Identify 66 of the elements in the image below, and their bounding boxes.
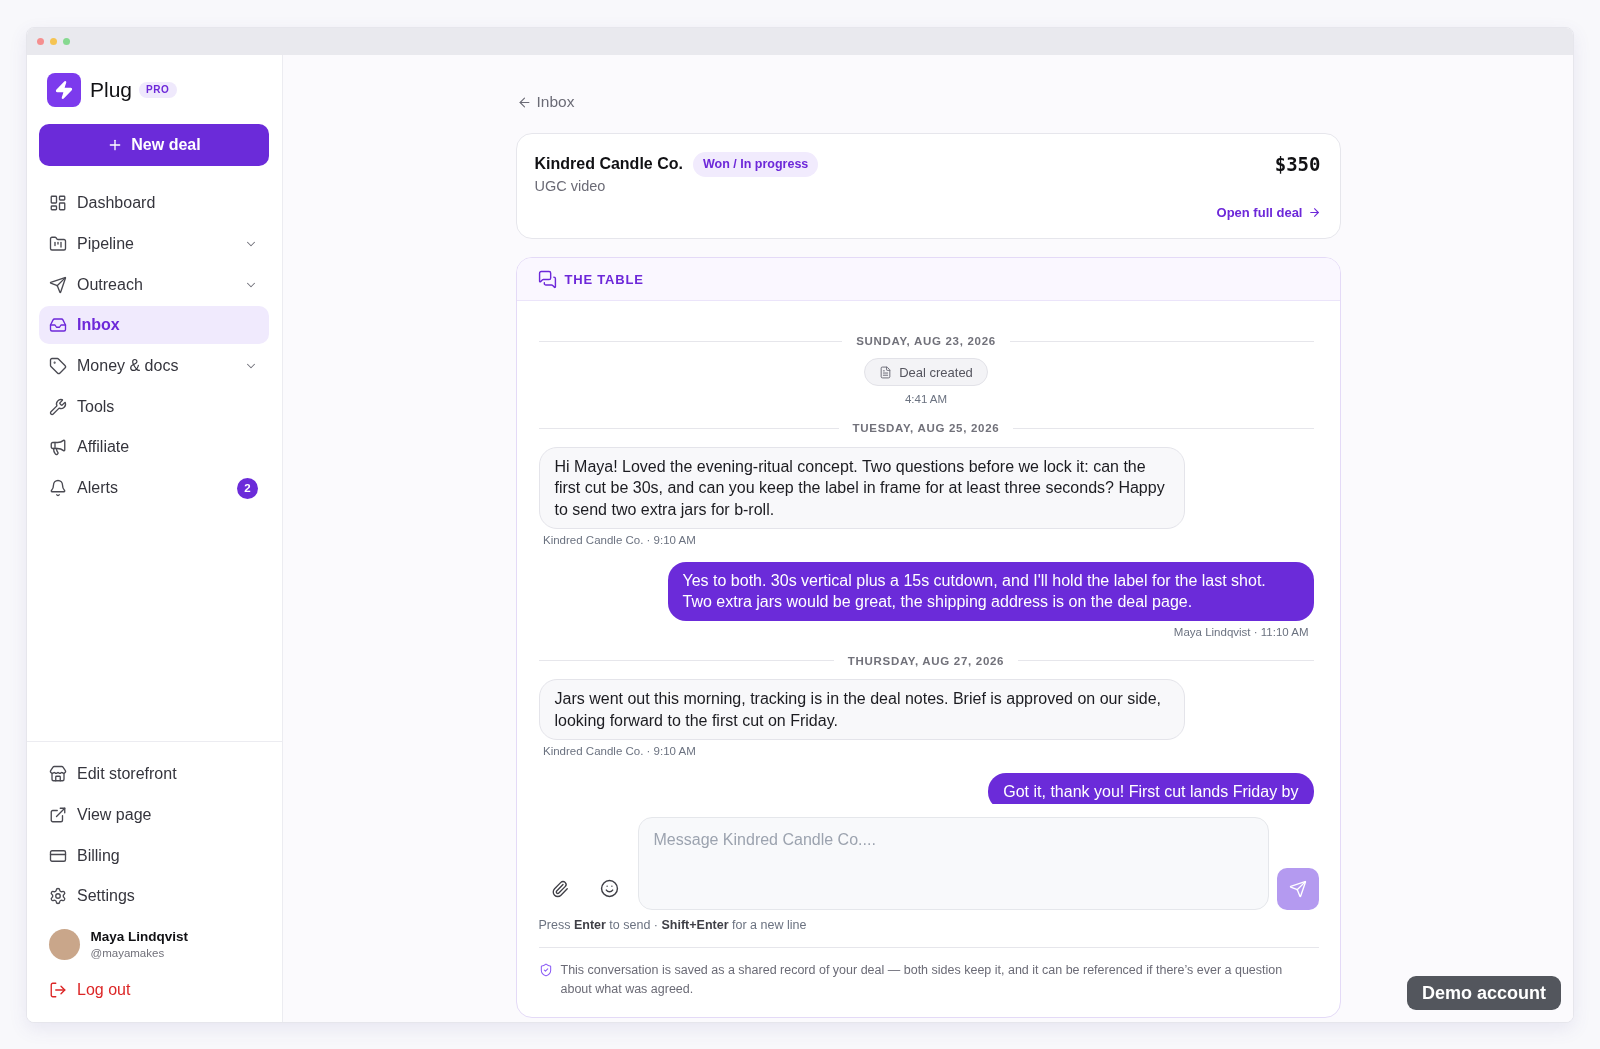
megaphone-icon <box>49 438 67 457</box>
nav-item[interactable]: Settings <box>39 877 269 916</box>
open-deal-link[interactable]: Open full deal <box>1216 203 1321 221</box>
message-field[interactable]: Message Kindred Candle Co.... <box>637 816 1269 910</box>
window-control-dot-icon[interactable] <box>63 38 70 45</box>
nav-item[interactable]: Alerts 2 <box>39 468 269 508</box>
back-link[interactable]: Inbox <box>516 92 575 112</box>
deal-type: UGC video <box>534 177 606 196</box>
grid-icon <box>49 194 67 213</box>
window-control-dot-icon[interactable] <box>37 38 44 45</box>
record-notice: This conversation is saved as a shared record of your deal — both sides keep it, and it can be referenced if there’s ever a question about what was agreed. <box>560 962 1284 998</box>
deal-amount: $350 <box>1274 153 1321 175</box>
external-link-icon <box>49 805 67 824</box>
settings-icon <box>49 887 67 906</box>
message-meta: Maya Lindqvist · 11:10 AM <box>1173 624 1310 639</box>
message-meta: Kindred Candle Co. · 9:10 AM <box>542 744 696 758</box>
user-handle: @mayamakes <box>90 946 166 960</box>
nav-item[interactable]: Outreach <box>39 265 269 304</box>
nav-item[interactable]: Billing <box>39 836 269 875</box>
nav-item[interactable]: Edit storefront <box>39 755 269 794</box>
nav-item[interactable]: Tools <box>39 387 269 426</box>
avatar-placeholder <box>49 929 80 960</box>
new-deal-button[interactable]: New deal <box>39 124 269 166</box>
nav-item[interactable]: Affiliate <box>39 428 269 467</box>
document-icon <box>879 365 893 379</box>
date-divider-label: TUESDAY, AUG 25, 2026 <box>852 422 1000 434</box>
message-bubble: Got it, thank you! First cut lands Friday by <box>988 772 1314 804</box>
message-bubble: Hi Maya! Loved the evening-ritual concept. Two questions before we lock it: can the first cut be 30s, and can you keep the label in frame for at least three seconds? Happy to send two extra jars for b-roll. <box>538 446 1185 529</box>
paper-plane-icon <box>49 275 67 294</box>
composer-hint: Press Enter to send · Shift+Enter for a new line <box>538 917 808 934</box>
plan-badge: PRO <box>139 82 177 98</box>
window-control-dot-icon[interactable] <box>50 38 57 45</box>
event-time: 4:41 AM <box>904 392 948 406</box>
inbox-icon <box>49 316 67 335</box>
paperclip-icon <box>550 879 569 898</box>
brand-name: Plug <box>90 77 133 103</box>
bolt-logo-icon <box>47 73 81 107</box>
wrench-icon <box>49 397 67 416</box>
folder-icon <box>49 234 67 253</box>
nav-item[interactable]: Pipeline <box>39 224 269 264</box>
nav-item[interactable]: Money & docs <box>39 346 269 386</box>
deal-status-badge: Won / In progress <box>692 151 819 177</box>
user-name: Maya Lindqvist <box>90 929 189 945</box>
logout-button[interactable]: Log out <box>39 970 269 1010</box>
send-icon <box>1288 879 1307 898</box>
demo-account-badge: Demo account <box>1406 976 1561 1010</box>
message-bubble: Jars went out this morning, tracking is in the deal notes. Brief is approved on our side, looking forward to the first cut on Friday. <box>538 679 1185 740</box>
chat-bubbles-icon <box>537 269 557 289</box>
nav-item[interactable]: Dashboard <box>39 184 269 223</box>
arrow-right-icon <box>1307 205 1321 219</box>
bell-icon <box>49 479 67 497</box>
smiley-icon <box>600 879 619 899</box>
logout-icon <box>49 981 67 999</box>
store-icon <box>49 765 67 784</box>
nav-item[interactable]: Inbox <box>39 306 269 345</box>
event-chip: Deal created <box>864 358 988 386</box>
tag-icon <box>49 356 67 375</box>
count-badge: 2 <box>237 477 258 499</box>
panel-title: THE TABLE <box>564 271 644 287</box>
message-meta: Kindred Candle Co. · 9:10 AM <box>542 533 696 547</box>
company-name: Kindred Candle Co. <box>534 155 683 173</box>
date-divider-label: SUNDAY, AUG 23, 2026 <box>856 335 996 347</box>
date-divider-label: THURSDAY, AUG 27, 2026 <box>847 654 1005 667</box>
message-bubble: Yes to both. 30s vertical plus a 15s cutdown, and I'll hold the label for the last shot. Two extra jars would be great, the shipping address is on the deal page. <box>667 561 1314 621</box>
shield-check-icon <box>538 963 553 978</box>
nav-item[interactable]: View page <box>39 795 269 835</box>
